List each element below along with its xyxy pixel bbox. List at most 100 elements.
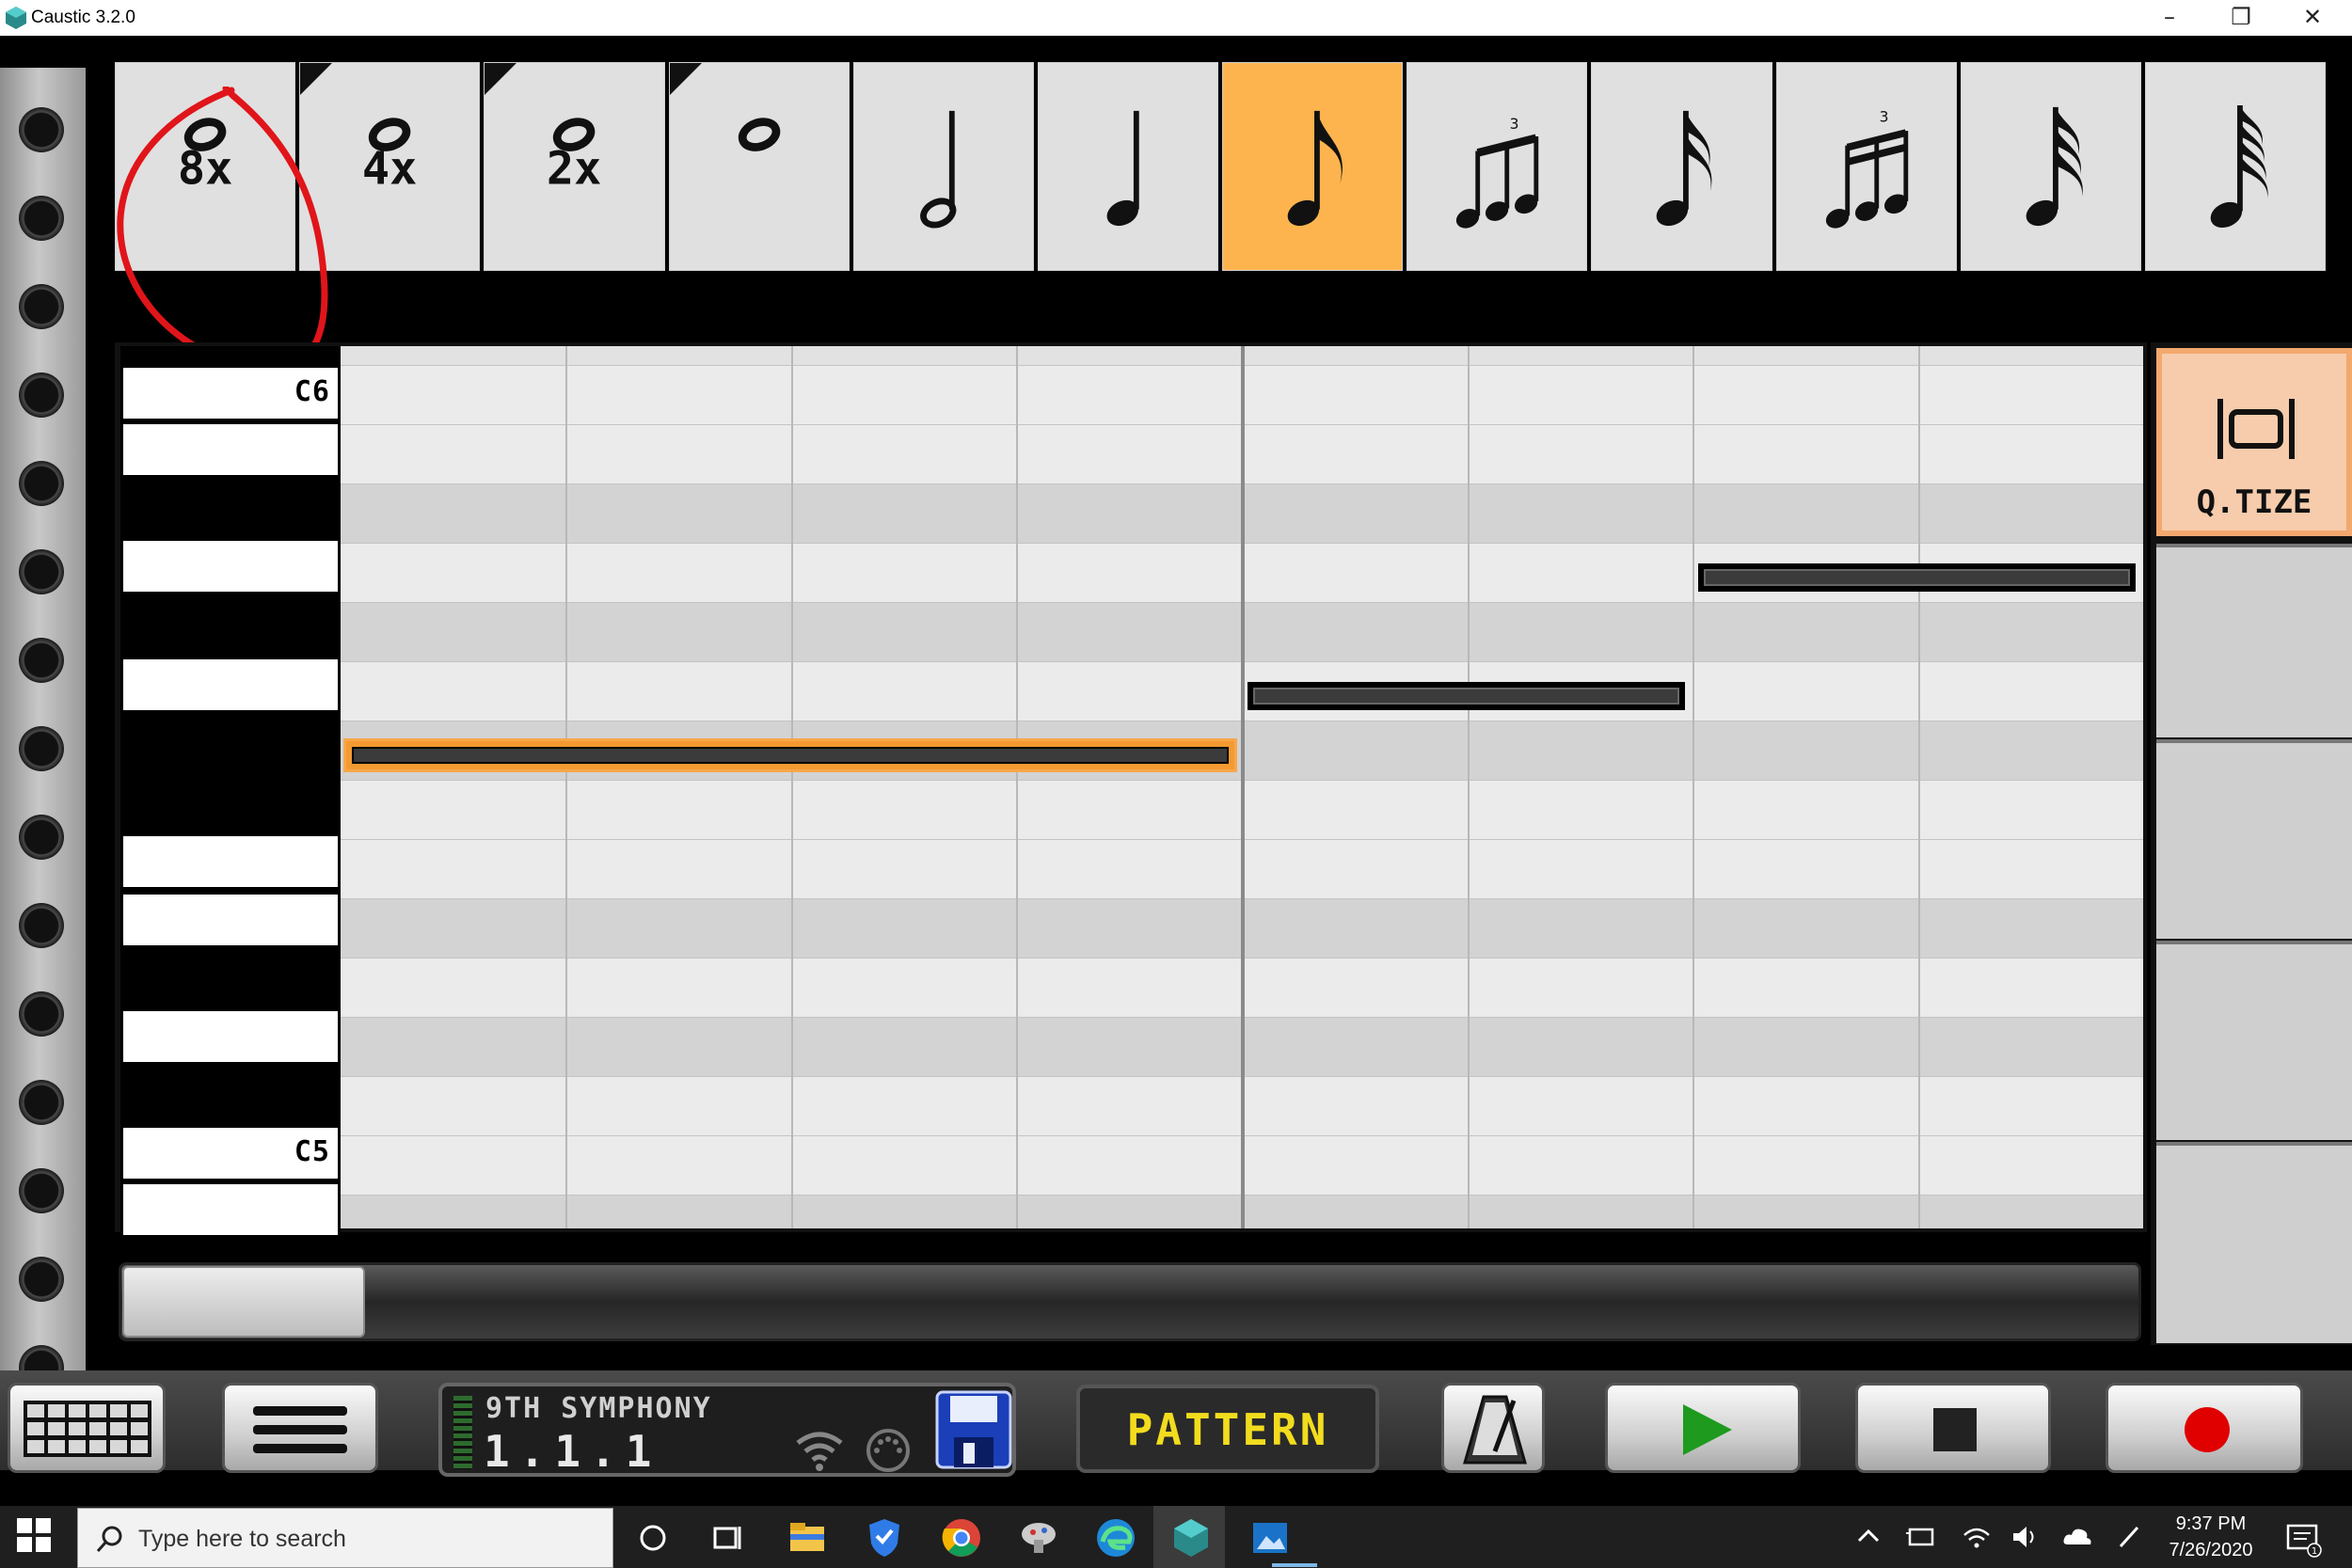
piano-keyboard: C6 C5 [120, 346, 341, 1238]
menu-button[interactable] [222, 1383, 378, 1473]
onedrive-cloud-icon[interactable] [2060, 1522, 2094, 1552]
network-wifi-icon[interactable] [1961, 1522, 1993, 1552]
rail-bolt-icon [19, 1257, 64, 1302]
cortana-icon[interactable] [630, 1515, 675, 1560]
pattern-mode-button[interactable]: PATTERN [1076, 1385, 1379, 1473]
note-length-eighth-triplet[interactable]: 3 [1406, 62, 1588, 271]
piano-key-fsharp5[interactable] [120, 777, 341, 833]
security-shield-icon[interactable] [862, 1515, 907, 1560]
rail-bolt-icon [19, 107, 64, 152]
quantize-icon [2217, 399, 2295, 459]
record-icon [2185, 1407, 2230, 1452]
song-display: 9TH SYMPHONY 1.1.1 [438, 1383, 1016, 1477]
piano-key-c6[interactable]: C6 [120, 365, 341, 421]
minimize-button[interactable]: – [2134, 0, 2205, 36]
taskbar-search-box[interactable]: Type here to search [77, 1508, 613, 1568]
rail-bolt-icon [19, 284, 64, 329]
horizontal-scrollbar[interactable] [119, 1262, 2141, 1341]
piano-key-a5[interactable] [120, 538, 341, 594]
notification-center-icon[interactable]: 1 [2284, 1520, 2322, 1558]
rail-bolt-icon [19, 1168, 64, 1213]
sixteenth-note-icon [1657, 110, 1712, 227]
sixteenth-triplet-icon: 3 [1825, 108, 1908, 229]
metronome-button[interactable] [1441, 1383, 1545, 1473]
piano-key-d5[interactable] [120, 1008, 341, 1065]
task-view-icon[interactable] [706, 1515, 751, 1560]
multiplier-label: 2x [547, 142, 601, 195]
battery-plug-icon[interactable] [1904, 1522, 1938, 1552]
tray-chevron-up-icon[interactable] [1853, 1522, 1883, 1552]
piano-key-b5[interactable] [120, 421, 341, 478]
app-mushroom-icon[interactable] [1016, 1515, 1061, 1560]
rack-grid-button[interactable] [8, 1383, 166, 1473]
rail-bolt-icon [19, 372, 64, 418]
note-length-2x-whole[interactable]: 2x [484, 62, 665, 271]
system-clock[interactable]: 9:37 PM 7/26/2020 [2154, 1511, 2267, 1563]
play-icon [1683, 1404, 1732, 1455]
song-position: 1.1.1 [484, 1426, 661, 1477]
piano-key-e5[interactable] [120, 892, 341, 948]
search-icon [96, 1526, 122, 1552]
rail-bolt-icon [19, 903, 64, 948]
pen-icon[interactable] [2115, 1522, 2143, 1552]
piano-key-b4[interactable] [120, 1181, 341, 1238]
grid-icon [24, 1401, 151, 1457]
piano-key-f5[interactable] [120, 833, 341, 890]
svg-text:3: 3 [1879, 108, 1888, 125]
eighth-note-icon [1287, 110, 1343, 227]
piano-roll-grid[interactable] [341, 346, 2143, 1228]
right-panel-slot[interactable] [2156, 1142, 2352, 1343]
eighth-triplet-icon: 3 [1456, 116, 1539, 229]
stop-button[interactable] [1855, 1383, 2051, 1473]
note-length-sixteenth[interactable] [1591, 62, 1772, 271]
note-length-sixteenth-triplet[interactable]: 3 [1775, 62, 1957, 271]
midi-icon[interactable] [866, 1428, 911, 1473]
piano-key-c5[interactable]: C5 [120, 1125, 341, 1181]
note-length-thirty-second[interactable] [1960, 62, 2141, 271]
running-indicator [1272, 1563, 1317, 1567]
rail-bolt-icon [19, 991, 64, 1037]
note-length-whole[interactable] [668, 62, 850, 271]
stop-icon [1933, 1408, 1977, 1451]
wifi-icon[interactable] [794, 1430, 845, 1471]
close-button[interactable]: ✕ [2277, 0, 2348, 36]
right-panel-slot[interactable] [2156, 739, 2352, 939]
scrollbar-thumb[interactable] [122, 1266, 365, 1338]
file-explorer-icon[interactable] [785, 1515, 830, 1560]
rail-bolt-icon [19, 196, 64, 241]
restore-button[interactable]: ❐ [2205, 0, 2277, 36]
sixty-fourth-note-icon [2210, 104, 2268, 229]
piano-key-g5[interactable] [120, 657, 341, 713]
rail-bolt-icon [19, 1080, 64, 1125]
metronome-icon [1463, 1395, 1527, 1465]
svg-text:3: 3 [1510, 116, 1519, 133]
clock-time: 9:37 PM [2175, 1513, 2247, 1534]
note-length-half[interactable] [852, 62, 1034, 271]
edge-icon[interactable] [1093, 1515, 1138, 1560]
windows-start-icon[interactable] [15, 1516, 53, 1554]
save-floppy-icon[interactable] [935, 1390, 1012, 1469]
note-block[interactable] [1248, 682, 1685, 710]
play-button[interactable] [1605, 1383, 1801, 1473]
note-length-quarter[interactable] [1037, 62, 1219, 271]
notification-count: 1 [2312, 1546, 2317, 1557]
note-length-selector: 8x 4x 2x 3 3 [115, 62, 2327, 271]
rail-bolt-icon [19, 815, 64, 860]
right-panel-slot[interactable] [2156, 941, 2352, 1140]
multiplier-label: 4x [362, 142, 417, 195]
caustic-taskbar-icon[interactable] [1168, 1515, 1214, 1560]
selected-note-block[interactable] [346, 741, 1234, 769]
quantize-button[interactable]: Q.TIZE [2156, 348, 2352, 536]
level-meter [453, 1396, 472, 1469]
photos-icon[interactable] [1248, 1515, 1293, 1560]
note-length-sixty-fourth[interactable] [2144, 62, 2327, 271]
note-block[interactable] [1698, 563, 2136, 592]
record-button[interactable] [2106, 1383, 2303, 1473]
rail-bolt-icon [19, 549, 64, 594]
whole-note-icon [738, 118, 780, 151]
volume-icon[interactable] [2010, 1522, 2042, 1552]
key-label-c5: C5 [294, 1135, 330, 1168]
right-panel-slot[interactable] [2156, 544, 2352, 737]
note-length-eighth[interactable] [1222, 62, 1404, 271]
chrome-icon[interactable] [939, 1515, 984, 1560]
